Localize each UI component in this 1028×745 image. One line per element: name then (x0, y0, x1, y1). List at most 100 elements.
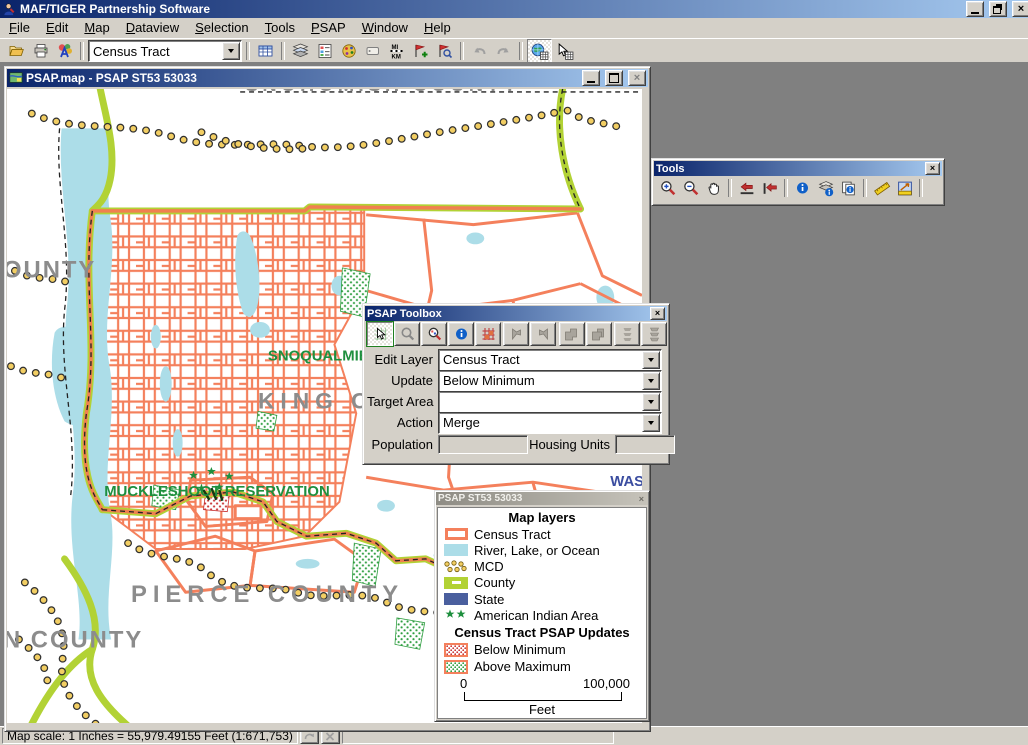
labels-button[interactable] (361, 40, 384, 62)
select-tool-button[interactable] (367, 322, 393, 346)
pick-arrow-2-button (530, 322, 556, 346)
text-style-button[interactable] (53, 40, 76, 62)
legend-item-label: American Indian Area (474, 608, 598, 623)
target-area-dropdown[interactable] (642, 393, 660, 411)
psap-toolbox-fields: Edit Layer Census Tract Update Below Min… (365, 347, 667, 455)
close-icon: × (655, 309, 660, 318)
dataview-button[interactable] (254, 40, 277, 62)
layer-combobox[interactable]: Census Tract (88, 40, 242, 62)
chevron-down-icon (648, 379, 654, 383)
zoom-tool-button[interactable] (394, 322, 420, 346)
close-button[interactable]: × (1012, 1, 1028, 17)
action-label: Action (367, 415, 438, 430)
map-window-title-bar[interactable]: PSAP.map - PSAP ST53 53033 × (7, 69, 648, 87)
update-field: Update Below Minimum (367, 370, 661, 391)
map-grid-tool-button[interactable] (527, 39, 552, 63)
app-title-bar[interactable]: MAF/TIGER Partnership Software × (0, 0, 1028, 18)
initial-extent-button[interactable] (758, 177, 781, 199)
tools-palette-title-bar[interactable]: Tools × (654, 161, 942, 176)
multi-info-button[interactable] (837, 177, 860, 199)
close-icon: × (1018, 4, 1024, 15)
info-button[interactable] (791, 177, 814, 199)
restore-button[interactable] (989, 1, 1007, 17)
close-icon (325, 732, 335, 741)
edit-layer-combobox[interactable]: Census Tract (438, 349, 662, 371)
text-style-icon (57, 43, 73, 59)
zoom-out-button[interactable] (679, 177, 702, 199)
palette-icon (341, 43, 357, 59)
merge-shape-icon (590, 326, 607, 342)
psap-toolbox-title-bar[interactable]: PSAP Toolbox × (365, 306, 667, 321)
legend-item-label: State (474, 592, 504, 607)
close-icon: × (639, 494, 644, 504)
menu-tools[interactable]: Tools (257, 18, 303, 38)
update-label: Update (367, 373, 438, 388)
state-swatch (444, 593, 468, 605)
toolbar-separator (281, 42, 285, 60)
menu-map[interactable]: Map (76, 18, 117, 38)
scale-units-button[interactable]: MIKM (385, 40, 408, 62)
map-minimize-button[interactable] (582, 70, 600, 86)
toolbar-separator (728, 179, 732, 197)
menu-file[interactable]: File (1, 18, 38, 38)
zoom-in-button[interactable] (656, 177, 679, 199)
map-maximize-button[interactable] (605, 70, 623, 86)
above-maximum-swatch (444, 661, 468, 673)
menu-selection[interactable]: Selection (187, 18, 256, 38)
toolbar-separator (519, 42, 523, 60)
tools-close-button[interactable]: × (925, 162, 940, 175)
minimize-icon (971, 12, 979, 14)
legend-item-above-maximum: Above Maximum (438, 658, 646, 675)
toolbar-separator (460, 42, 464, 60)
population-label: Population (367, 437, 438, 452)
zoom-in-icon (659, 180, 677, 197)
layer-info-button[interactable] (814, 177, 837, 199)
map-layers-button[interactable] (289, 40, 312, 62)
info-tool-button[interactable] (448, 322, 474, 346)
layer-info-icon (817, 180, 835, 197)
tools-palette: Tools × (651, 158, 945, 206)
legend-close-button[interactable]: × (639, 494, 646, 504)
action-dropdown[interactable] (642, 414, 660, 432)
scale-measure-button[interactable] (893, 177, 916, 199)
globe-grid-icon (531, 43, 549, 60)
legend-button[interactable] (313, 40, 336, 62)
legend-item-census-tract: Census Tract (438, 526, 646, 542)
legend-title-bar[interactable]: PSAP ST53 53033 × (436, 492, 648, 505)
menu-dataview[interactable]: Dataview (118, 18, 187, 38)
legend-item-label: Below Minimum (474, 642, 566, 657)
maximize-icon (609, 73, 619, 83)
menu-help[interactable]: Help (416, 18, 459, 38)
palette-button[interactable] (337, 40, 360, 62)
housing-units-field[interactable] (615, 435, 675, 454)
zoom-layer-tool-button[interactable] (421, 322, 447, 346)
update-dropdown[interactable] (642, 372, 660, 390)
legend-item-label: Above Maximum (474, 659, 571, 674)
target-area-combobox[interactable] (438, 391, 662, 413)
tract-grid-tool-button[interactable] (475, 322, 501, 346)
pan-button[interactable] (702, 177, 725, 199)
psap-toolbox-close-button[interactable]: × (650, 307, 665, 320)
previous-extent-button[interactable] (735, 177, 758, 199)
menu-window[interactable]: Window (354, 18, 416, 38)
legend-updates-heading: Census Tract PSAP Updates (438, 623, 646, 641)
edit-layer-dropdown[interactable] (642, 351, 660, 369)
chevron-down-icon (648, 421, 654, 425)
toolbar-separator (784, 179, 788, 197)
pointer-grid-tool-button[interactable] (553, 40, 576, 62)
menu-edit[interactable]: Edit (38, 18, 76, 38)
print-button[interactable] (29, 40, 52, 62)
open-file-button[interactable] (5, 40, 28, 62)
map-close-button[interactable]: × (628, 70, 646, 86)
population-field[interactable] (438, 435, 528, 454)
measure-button[interactable] (870, 177, 893, 199)
update-combobox[interactable]: Below Minimum (438, 370, 662, 392)
add-flag-button[interactable] (409, 40, 432, 62)
menu-psap[interactable]: PSAP (303, 18, 354, 38)
layer-combobox-dropdown[interactable] (222, 42, 240, 60)
locate-flag-icon (436, 43, 453, 59)
locate-flag-button[interactable] (433, 40, 456, 62)
indian-area-swatch (444, 609, 468, 621)
action-combobox[interactable]: Merge (438, 412, 662, 434)
minimize-button[interactable] (966, 1, 984, 17)
